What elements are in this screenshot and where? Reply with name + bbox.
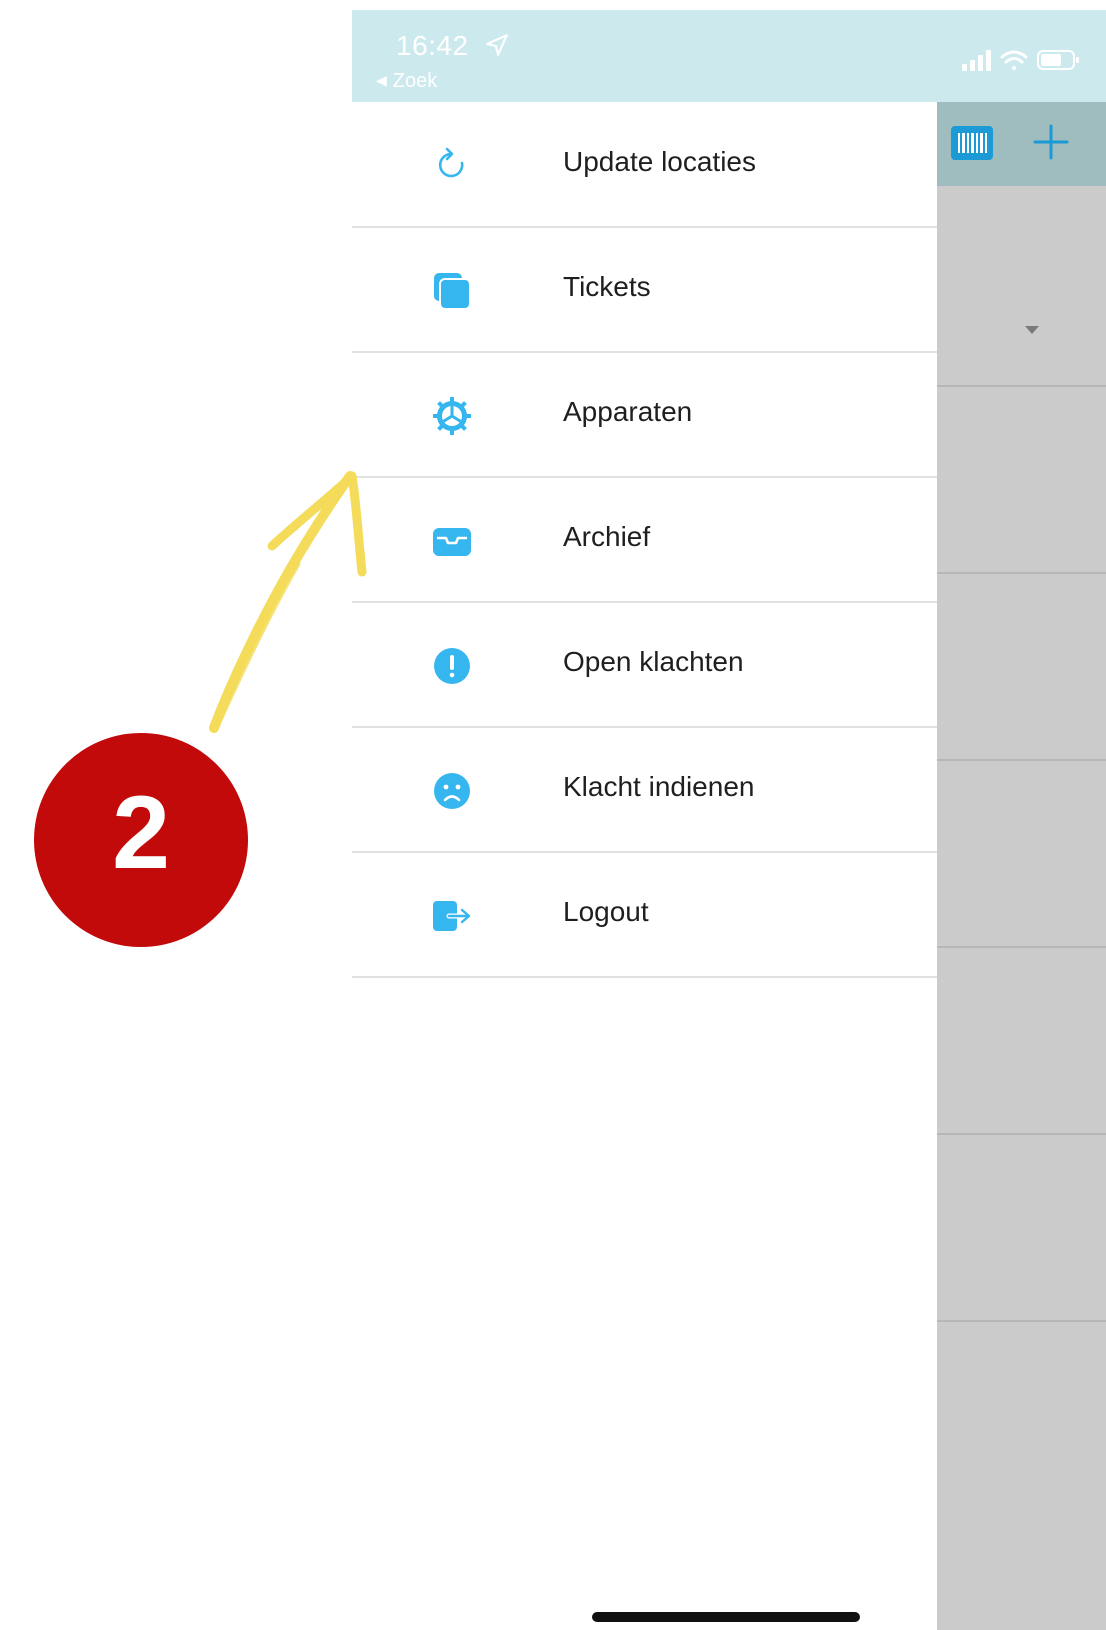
cellular-signal-icon: [962, 50, 991, 71]
menu-item-archief[interactable]: Archief: [352, 477, 937, 603]
step-number: 2: [112, 775, 170, 891]
menu-item-label: Update locaties: [563, 146, 757, 177]
back-to-app-link[interactable]: ◀ Zoek: [376, 70, 437, 93]
row-divider: [937, 1133, 1106, 1135]
menu-item-label: Tickets: [563, 271, 651, 302]
row-divider: [937, 759, 1106, 761]
menu-item-open-klachten[interactable]: Open klachten: [352, 602, 937, 728]
barcode-scan-button[interactable]: [951, 126, 993, 160]
status-icons: [962, 50, 1079, 71]
home-indicator[interactable]: [592, 1612, 860, 1622]
step-number-badge: 2: [34, 733, 248, 947]
row-divider: [937, 572, 1106, 574]
tickets-icon: [434, 273, 471, 310]
screenshot-canvas: 16:42 ◀ Zoek Update locaties Tickets App…: [0, 0, 1106, 1630]
menu-item-label: Logout: [563, 896, 649, 927]
gear-icon: [433, 397, 471, 435]
location-arrow-icon: [486, 34, 508, 56]
side-menu: Update locaties Tickets Apparaten Archie…: [352, 102, 937, 1630]
wifi-icon: [1000, 50, 1028, 70]
menu-item-logout[interactable]: Logout: [352, 852, 937, 978]
dropdown-caret-icon[interactable]: [1025, 326, 1039, 334]
menu-item-label: Klacht indienen: [563, 771, 755, 802]
inbox-icon: [433, 528, 471, 556]
exclamation-icon: [434, 648, 470, 684]
menu-item-update-locaties[interactable]: Update locaties: [352, 102, 937, 228]
back-triangle-icon: ◀: [376, 72, 387, 88]
menu-item-label: Apparaten: [563, 396, 693, 427]
menu-item-klacht-indienen[interactable]: Klacht indienen: [352, 727, 937, 853]
menu-item-tickets[interactable]: Tickets: [352, 227, 937, 353]
row-divider: [937, 1320, 1106, 1322]
menu-item-label: Archief: [563, 521, 651, 552]
sad-face-icon: [434, 773, 470, 809]
back-app-label: Zoek: [392, 70, 438, 92]
background-app-header: [937, 102, 1106, 186]
row-divider: [937, 385, 1106, 387]
status-bar: 16:42 ◀ Zoek: [352, 10, 1106, 102]
phone-screen: 16:42 ◀ Zoek Update locaties Tickets App…: [352, 10, 1106, 1630]
background-app: [937, 102, 1106, 1630]
battery-icon: [1037, 50, 1079, 70]
plus-icon: [1033, 124, 1069, 160]
menu-item-apparaten[interactable]: Apparaten: [352, 352, 937, 478]
barcode-icon: [958, 133, 987, 153]
refresh-icon: [438, 147, 464, 178]
add-button[interactable]: [1029, 120, 1073, 164]
menu-item-label: Open klachten: [563, 646, 744, 677]
status-time: 16:42: [396, 30, 469, 61]
row-divider: [937, 946, 1106, 948]
logout-icon: [433, 901, 471, 931]
